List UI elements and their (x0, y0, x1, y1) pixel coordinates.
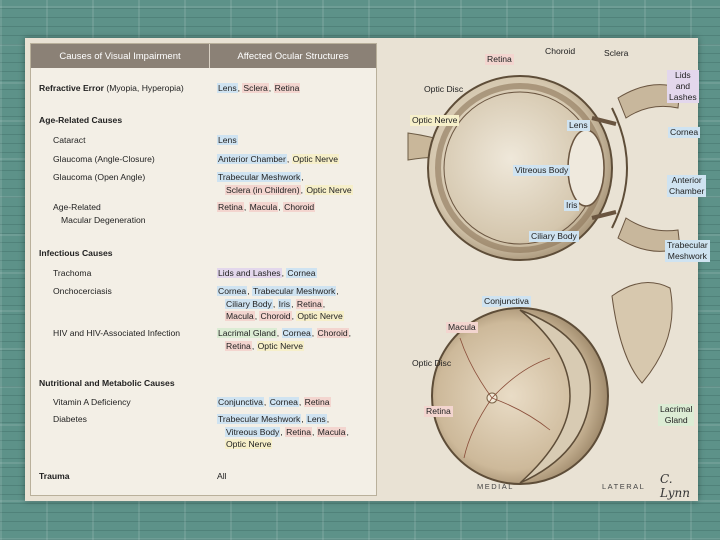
causes-table: Causes of Visual Impairment Affected Ocu… (30, 43, 377, 496)
label-optic-disc-top: Optic Disc (424, 84, 464, 94)
cause-refractive: Refractive Error (Myopia, Hyperopia) (39, 83, 184, 93)
label-ciliary-body: Ciliary Body (529, 231, 579, 242)
label-cornea: Cornea (668, 127, 701, 138)
label-macula: Macula (446, 322, 478, 333)
table-header: Causes of Visual Impairment Affected Ocu… (31, 44, 376, 68)
header-structures: Affected Ocular Structures (237, 50, 349, 62)
eye-cutaway (431, 282, 673, 485)
caption-medial: MEDIAL (477, 482, 514, 491)
label-iris: Iris (564, 200, 580, 211)
label-conjunctiva: Conjunctiva (482, 296, 531, 307)
label-choroid: Choroid (545, 46, 576, 56)
slide: Causes of Visual Impairment Affected Ocu… (25, 38, 710, 501)
label-lids-lashes: Lids and Lashes (667, 70, 699, 103)
label-trabecular-meshwork: Trabecular Meshwork (665, 240, 710, 262)
label-retina-bottom: Retina (424, 406, 453, 417)
label-optic-nerve: Optic Nerve (410, 115, 460, 126)
label-sclera: Sclera (604, 48, 629, 58)
label-optic-disc-bottom: Optic Disc (412, 358, 452, 368)
header-causes: Causes of Visual Impairment (31, 44, 210, 68)
artist-signature: C. Lynn (660, 472, 690, 500)
structures-refractive: Lens, Sclera, Retina (217, 83, 301, 93)
label-vitreous-body: Vitreous Body (513, 165, 571, 176)
caption-lateral: LATERAL (602, 482, 646, 491)
label-lacrimal-gland: Lacrimal Gland (658, 404, 695, 426)
label-lens: Lens (567, 120, 590, 131)
label-anterior-chamber: Anterior Chamber (667, 175, 707, 197)
eye-illustration: Choroid Sclera Retina Lids and Lashes Opt… (380, 38, 710, 501)
eye-drawing (407, 75, 681, 485)
label-retina-top: Retina (485, 54, 514, 65)
